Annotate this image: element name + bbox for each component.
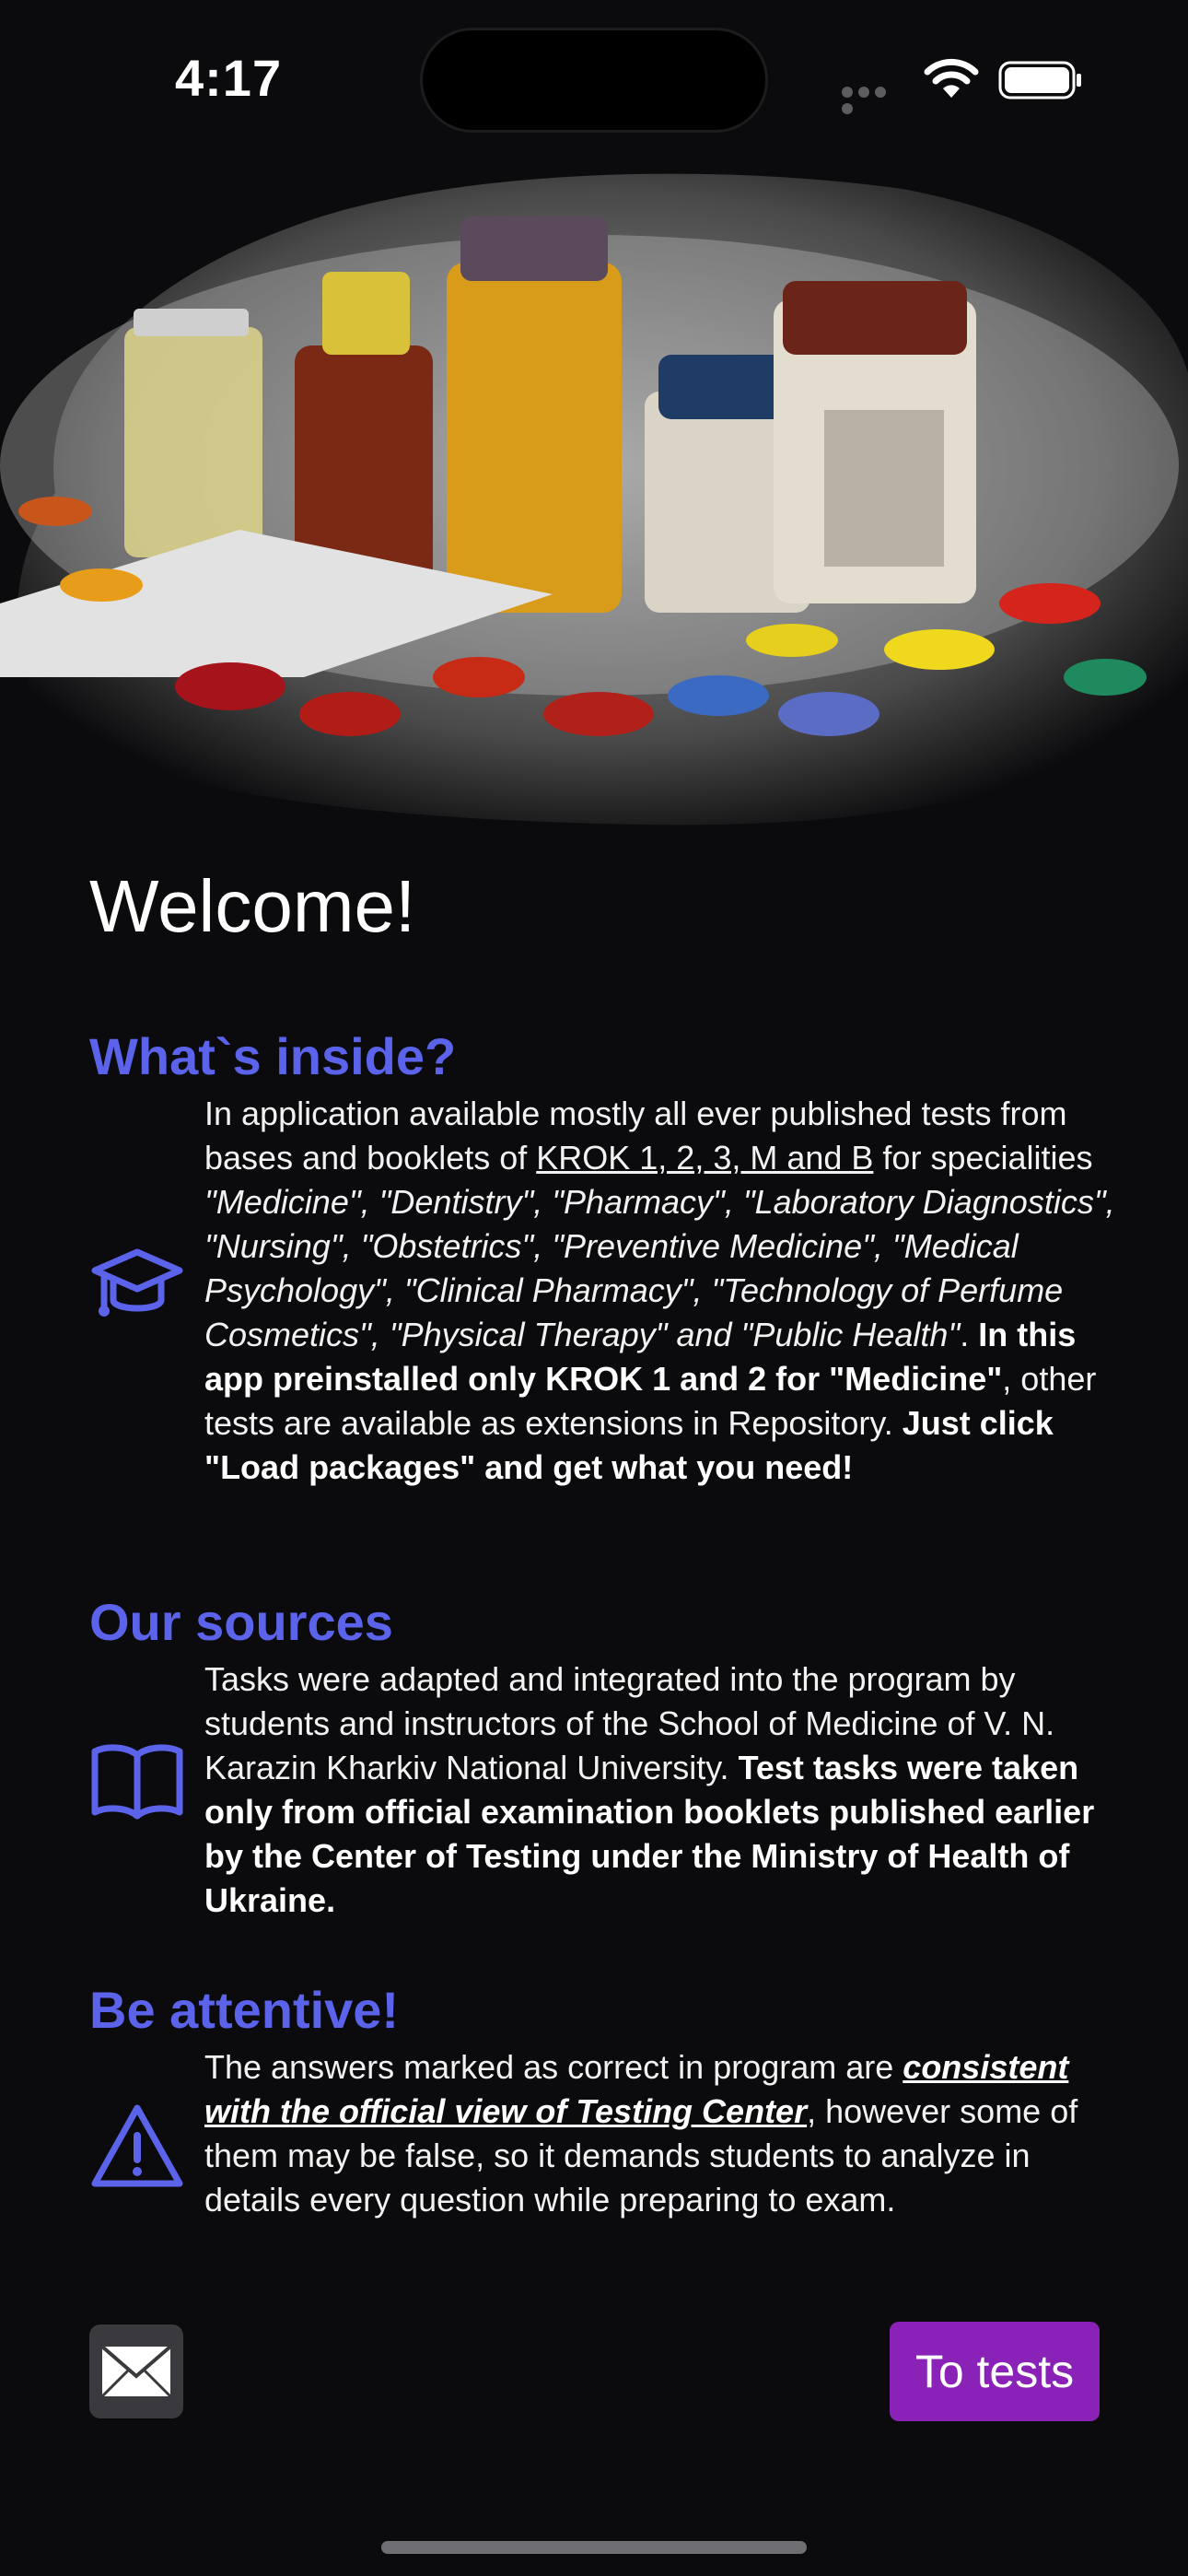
mail-button[interactable] — [89, 2324, 183, 2418]
warning-icon — [91, 2104, 183, 2187]
section-text: In application available mostly all ever… — [204, 1092, 1121, 1490]
welcome-heading: Welcome! — [89, 865, 416, 947]
book-icon — [91, 1744, 183, 1820]
medicine-bottles-hero-image — [0, 173, 1188, 825]
section-text: The answers marked as correct in program… — [204, 2045, 1121, 2222]
cellular-signal-icon — [842, 86, 906, 114]
section-be-attentive: Be attentive! The answers marked as corr… — [89, 1979, 1121, 2222]
section-title: Our sources — [89, 1593, 393, 1651]
section-title: Be attentive! — [89, 1981, 400, 2039]
krok-link[interactable]: KROK 1, 2, 3, M and B — [536, 1139, 873, 1177]
graduation-cap-icon — [91, 1248, 183, 1317]
text-run: The answers marked as correct in program… — [204, 2048, 903, 2086]
status-bar: 4:17 — [0, 0, 1188, 157]
section-our-sources: Our sources Tasks were adapted and integ… — [89, 1591, 1121, 1923]
section-text: Tasks were adapted and integrated into t… — [204, 1657, 1121, 1923]
section-whats-inside: What`s inside? In application available … — [89, 1025, 1121, 1490]
battery-icon — [998, 61, 1081, 100]
dynamic-island — [420, 28, 768, 133]
section-title: What`s inside? — [89, 1027, 457, 1085]
text-run: for specialities — [873, 1139, 1093, 1177]
wifi-icon — [924, 58, 979, 98]
home-indicator[interactable] — [381, 2541, 807, 2554]
to-tests-button[interactable]: To tests — [890, 2322, 1100, 2421]
mail-icon — [100, 2345, 172, 2398]
status-time: 4:17 — [175, 49, 283, 107]
text-run: . — [960, 1316, 979, 1353]
